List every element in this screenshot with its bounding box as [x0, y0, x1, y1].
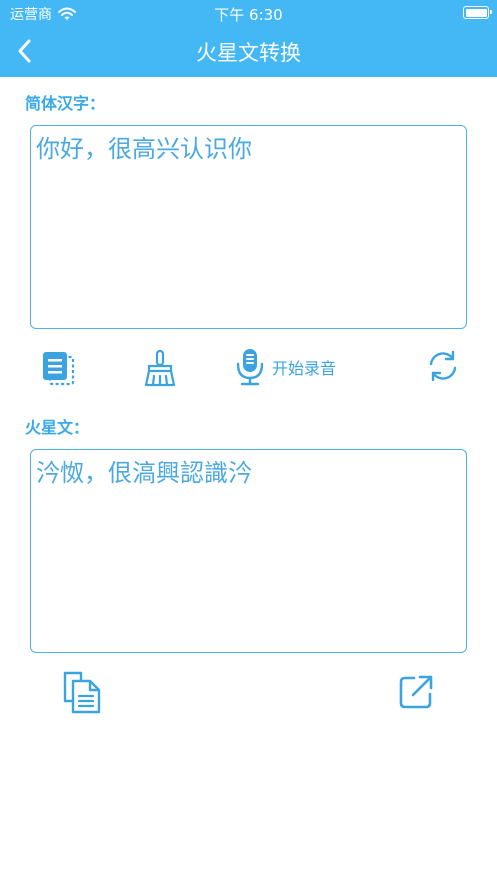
back-button[interactable] [8, 34, 42, 68]
copy-icon [63, 671, 101, 714]
page-title: 火星文转换 [196, 41, 301, 65]
nav-bar: 火星文转换 [0, 26, 497, 77]
share-icon [399, 675, 433, 709]
share-button[interactable] [394, 670, 438, 714]
paste-icon [43, 352, 75, 386]
paste-button[interactable] [38, 349, 78, 387]
record-button[interactable]: 开始录音 [231, 347, 336, 387]
microphone-icon [236, 349, 264, 386]
chevron-left-icon [18, 39, 31, 63]
source-text-input[interactable]: 你好，很高兴认识你 [30, 125, 467, 329]
status-bar: 运营商 下午 6:30 [0, 0, 497, 26]
refresh-icon [429, 350, 457, 382]
broom-icon [144, 349, 176, 387]
record-label: 开始录音 [272, 359, 337, 378]
header: 运营商 下午 6:30 火星文转换 [0, 0, 497, 77]
source-label: 简体汉字： [25, 94, 106, 113]
clear-button[interactable] [140, 348, 180, 388]
target-text-output[interactable]: 汵怓，佷滈興認識汵 [30, 449, 467, 653]
status-time: 下午 6:30 [214, 6, 283, 24]
copy-button[interactable] [58, 669, 104, 715]
battery-icon [463, 6, 492, 19]
target-label: 火星文： [25, 418, 90, 437]
convert-button[interactable] [423, 346, 463, 386]
